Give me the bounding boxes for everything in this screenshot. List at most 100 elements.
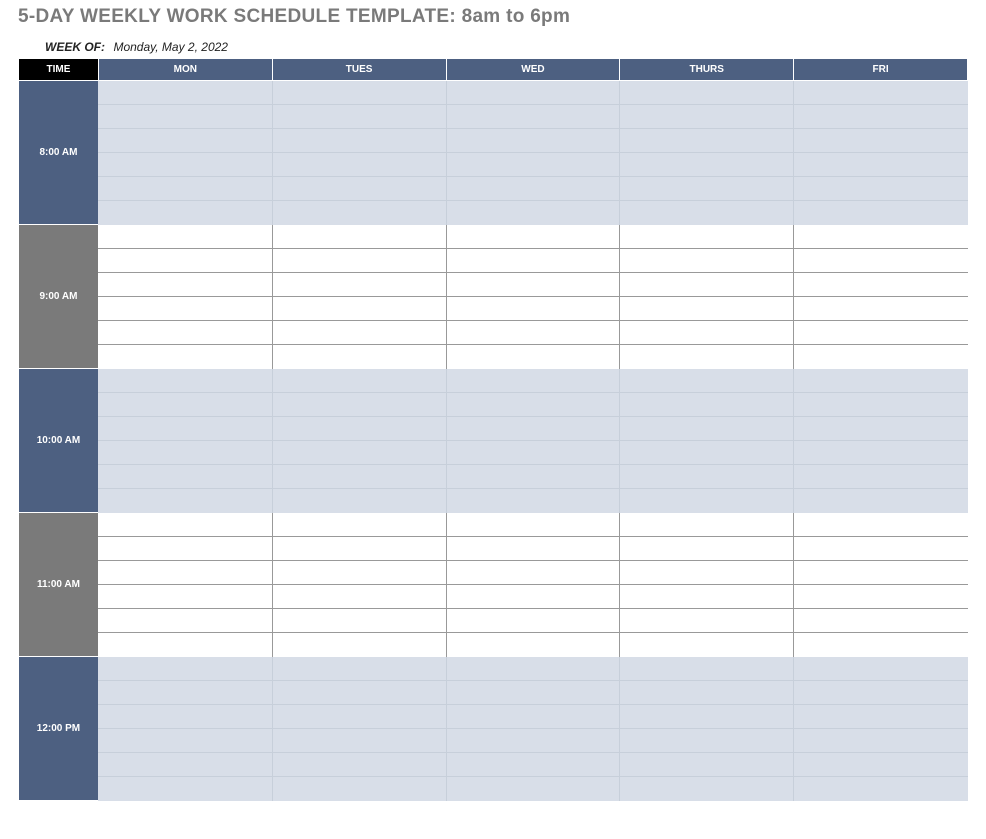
schedule-cell[interactable] [620,201,794,225]
schedule-cell[interactable] [272,345,446,369]
schedule-cell[interactable] [620,513,794,537]
schedule-cell[interactable] [98,609,272,633]
schedule-cell[interactable] [446,513,620,537]
schedule-cell[interactable] [794,753,968,777]
schedule-cell[interactable] [272,489,446,513]
schedule-cell[interactable] [620,465,794,489]
schedule-cell[interactable] [272,225,446,249]
schedule-cell[interactable] [446,753,620,777]
schedule-cell[interactable] [272,369,446,393]
schedule-cell[interactable] [98,81,272,105]
schedule-cell[interactable] [272,177,446,201]
schedule-cell[interactable] [98,105,272,129]
schedule-cell[interactable] [272,513,446,537]
schedule-cell[interactable] [446,177,620,201]
schedule-cell[interactable] [620,177,794,201]
schedule-cell[interactable] [446,465,620,489]
schedule-cell[interactable] [794,585,968,609]
schedule-cell[interactable] [620,81,794,105]
schedule-cell[interactable] [620,657,794,681]
schedule-cell[interactable] [620,681,794,705]
schedule-cell[interactable] [98,393,272,417]
schedule-cell[interactable] [98,681,272,705]
schedule-cell[interactable] [272,297,446,321]
schedule-cell[interactable] [98,585,272,609]
schedule-cell[interactable] [794,609,968,633]
schedule-cell[interactable] [446,441,620,465]
schedule-cell[interactable] [794,681,968,705]
schedule-cell[interactable] [272,249,446,273]
schedule-cell[interactable] [98,321,272,345]
schedule-cell[interactable] [98,201,272,225]
schedule-cell[interactable] [98,273,272,297]
schedule-cell[interactable] [620,729,794,753]
schedule-cell[interactable] [620,225,794,249]
schedule-cell[interactable] [98,153,272,177]
schedule-cell[interactable] [794,297,968,321]
schedule-cell[interactable] [98,489,272,513]
schedule-cell[interactable] [272,729,446,753]
schedule-cell[interactable] [272,417,446,441]
schedule-cell[interactable] [794,369,968,393]
schedule-cell[interactable] [620,441,794,465]
schedule-cell[interactable] [620,273,794,297]
schedule-cell[interactable] [98,705,272,729]
schedule-cell[interactable] [446,561,620,585]
schedule-cell[interactable] [794,705,968,729]
schedule-cell[interactable] [272,201,446,225]
schedule-cell[interactable] [98,369,272,393]
schedule-cell[interactable] [272,393,446,417]
schedule-cell[interactable] [446,585,620,609]
schedule-cell[interactable] [794,345,968,369]
schedule-cell[interactable] [98,777,272,801]
schedule-cell[interactable] [446,225,620,249]
schedule-cell[interactable] [446,657,620,681]
schedule-cell[interactable] [98,417,272,441]
schedule-cell[interactable] [272,657,446,681]
schedule-cell[interactable] [272,681,446,705]
schedule-cell[interactable] [620,129,794,153]
schedule-cell[interactable] [794,177,968,201]
schedule-cell[interactable] [620,705,794,729]
schedule-cell[interactable] [98,561,272,585]
schedule-cell[interactable] [794,225,968,249]
schedule-cell[interactable] [272,153,446,177]
schedule-cell[interactable] [794,513,968,537]
schedule-cell[interactable] [272,441,446,465]
schedule-cell[interactable] [272,705,446,729]
schedule-cell[interactable] [794,393,968,417]
schedule-cell[interactable] [446,201,620,225]
schedule-cell[interactable] [446,729,620,753]
schedule-cell[interactable] [794,273,968,297]
schedule-cell[interactable] [620,537,794,561]
schedule-cell[interactable] [620,489,794,513]
schedule-cell[interactable] [794,321,968,345]
schedule-cell[interactable] [620,105,794,129]
schedule-cell[interactable] [446,633,620,657]
schedule-cell[interactable] [446,153,620,177]
schedule-cell[interactable] [98,513,272,537]
schedule-cell[interactable] [620,585,794,609]
schedule-cell[interactable] [794,129,968,153]
schedule-cell[interactable] [446,393,620,417]
schedule-cell[interactable] [620,753,794,777]
schedule-cell[interactable] [446,705,620,729]
schedule-cell[interactable] [794,657,968,681]
schedule-cell[interactable] [446,81,620,105]
schedule-cell[interactable] [446,681,620,705]
schedule-cell[interactable] [446,105,620,129]
schedule-cell[interactable] [98,465,272,489]
schedule-cell[interactable] [272,633,446,657]
schedule-cell[interactable] [794,81,968,105]
schedule-cell[interactable] [272,561,446,585]
schedule-cell[interactable] [446,777,620,801]
schedule-cell[interactable] [272,777,446,801]
schedule-cell[interactable] [272,537,446,561]
schedule-cell[interactable] [446,417,620,441]
schedule-cell[interactable] [98,537,272,561]
schedule-cell[interactable] [620,417,794,441]
schedule-cell[interactable] [98,633,272,657]
schedule-cell[interactable] [620,249,794,273]
schedule-cell[interactable] [620,297,794,321]
schedule-cell[interactable] [446,249,620,273]
